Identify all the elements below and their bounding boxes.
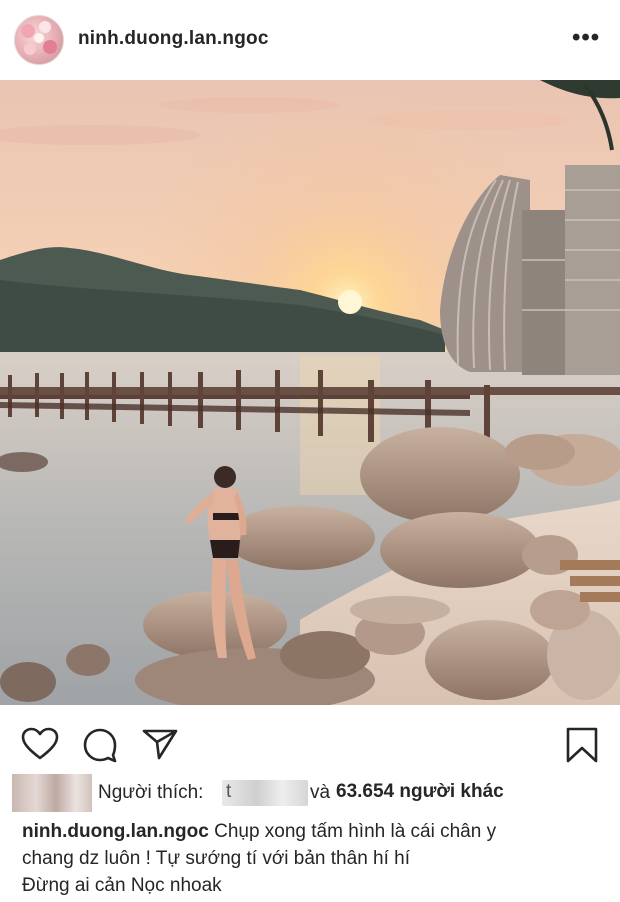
comment-icon[interactable] — [80, 725, 120, 765]
post-photo[interactable] — [0, 80, 620, 705]
heart-icon[interactable] — [20, 725, 60, 765]
liker-avatar-blurred — [12, 774, 92, 812]
liker-name-blurred[interactable]: t — [222, 780, 308, 806]
caption-line-3: Đừng ai cản Nọc nhoak — [22, 875, 222, 896]
username-link[interactable]: ninh.duong.lan.ngoc — [78, 28, 269, 50]
likes-prefix: Người thích: — [98, 782, 204, 803]
profile-avatar[interactable] — [14, 15, 64, 65]
caption-line-1: Chụp xong tấm hình là cái chân y — [214, 821, 497, 842]
caption-username-link[interactable]: ninh.duong.lan.ngoc — [22, 821, 209, 842]
caption-line-2: chang dz luôn ! Tự sướng tí với bản thân… — [22, 848, 411, 869]
likes-conjunction: và — [310, 782, 331, 803]
post-actions — [0, 705, 620, 775]
post-caption: ninh.duong.lan.ngoc Chụp xong tấm hình l… — [22, 818, 602, 899]
send-icon[interactable] — [140, 725, 180, 765]
liker-name-initial: t — [226, 781, 232, 802]
post-header: ninh.duong.lan.ngoc ••• — [0, 0, 620, 78]
more-options-icon[interactable]: ••• — [572, 24, 600, 52]
likes-summary: Người thích: t và 63.654 người khác — [0, 770, 620, 818]
likes-count-link[interactable]: 63.654 người khác — [336, 781, 504, 803]
bookmark-icon[interactable] — [562, 725, 602, 765]
